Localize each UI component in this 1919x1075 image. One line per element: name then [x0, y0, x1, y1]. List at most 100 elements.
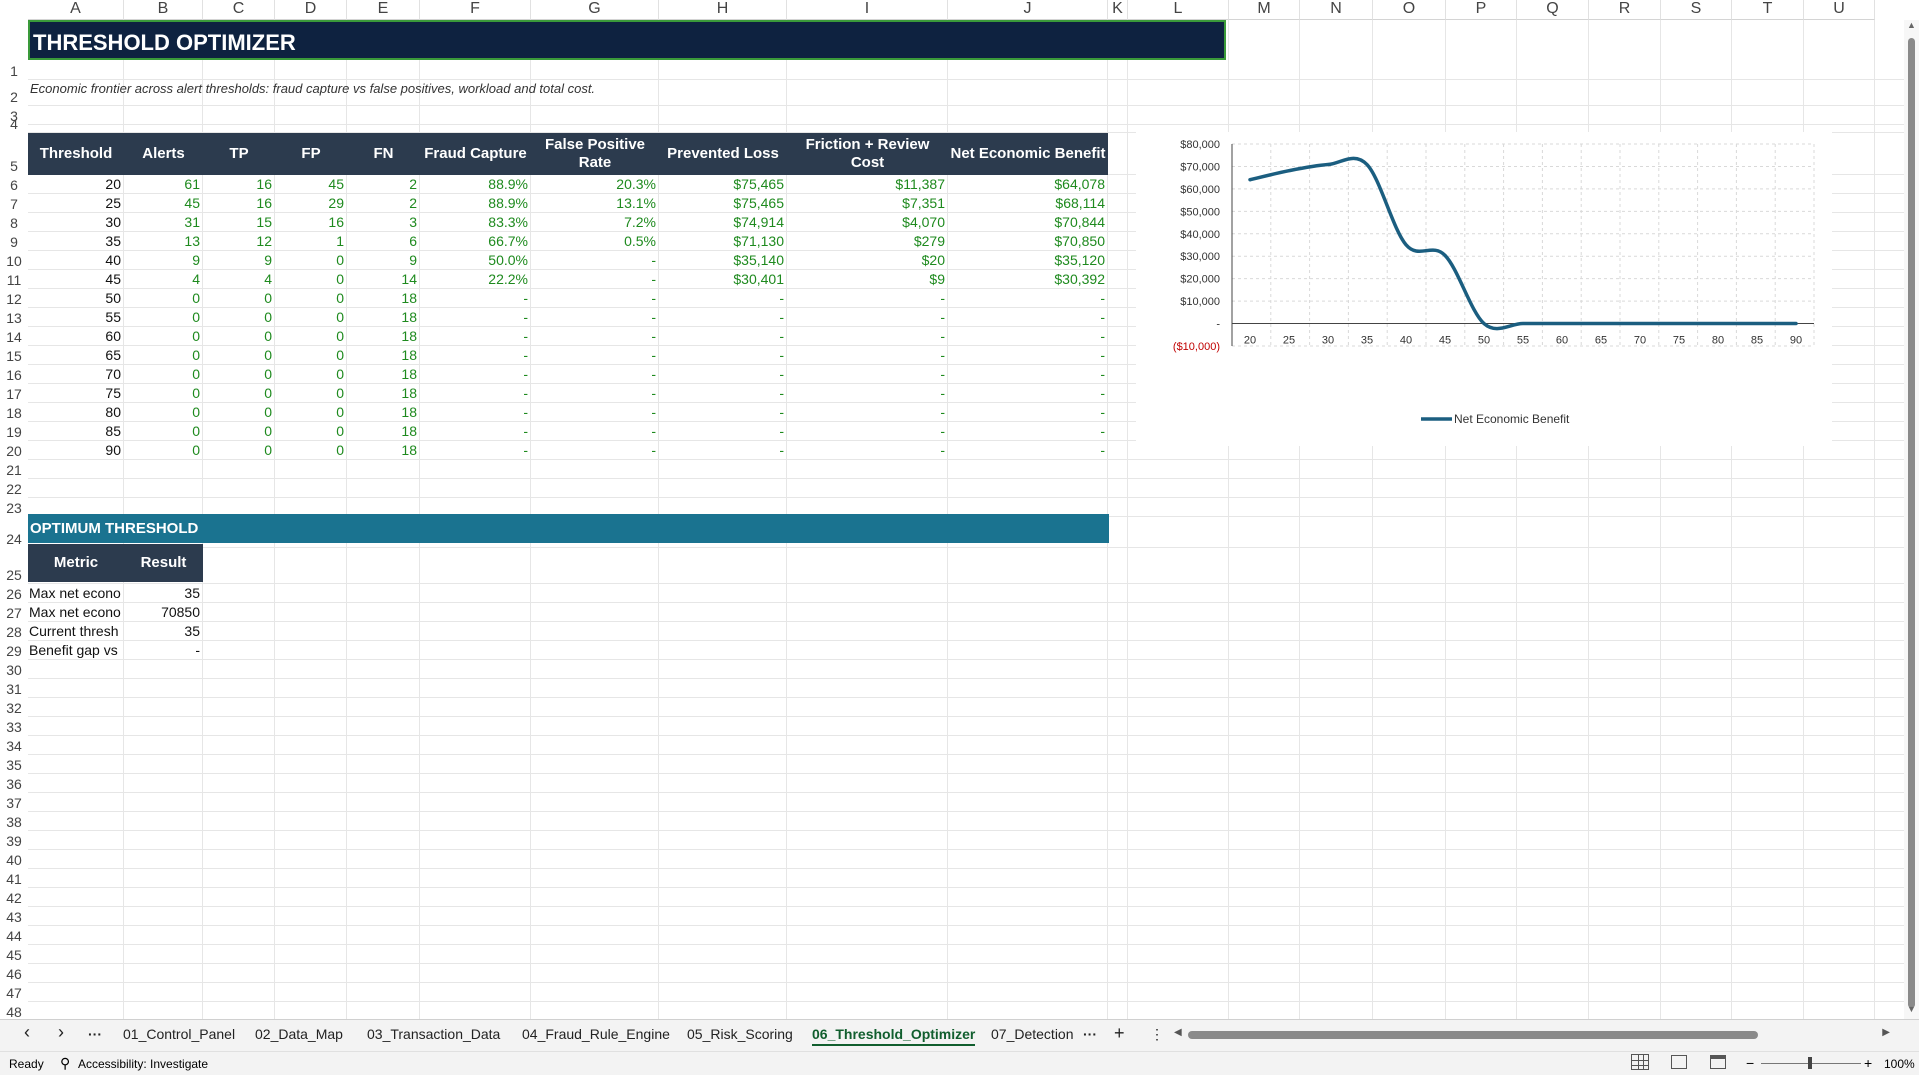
scroll-down-arrow[interactable]: ▼ — [1904, 1004, 1919, 1019]
more-sheets-button[interactable]: ··· — [88, 1026, 102, 1042]
table-cell[interactable]: 45 — [28, 270, 124, 289]
table-cell[interactable]: 29 — [275, 194, 347, 213]
table-cell[interactable]: 0 — [124, 308, 203, 327]
table-cell[interactable]: 0 — [275, 289, 347, 308]
table-cell[interactable]: 0 — [203, 384, 275, 403]
row-header-35[interactable]: 35 — [0, 755, 28, 774]
row-header-7[interactable]: 7 — [0, 194, 28, 213]
table-cell[interactable]: - — [948, 346, 1108, 365]
table-cell[interactable]: 0 — [275, 327, 347, 346]
net-benefit-chart[interactable]: $80,000 $70,000 $60,000 $50,000 $40,000 $30,0… — [1136, 132, 1832, 446]
table-cell[interactable]: 7.2% — [531, 213, 659, 232]
table-cell[interactable]: 25 — [28, 194, 124, 213]
row-header-10[interactable]: 10 — [0, 251, 28, 270]
column-header-t[interactable]: T — [1732, 0, 1804, 20]
column-header-d[interactable]: D — [275, 0, 347, 20]
table-cell[interactable]: - — [787, 289, 948, 308]
sheet-tab[interactable]: 02_Data_Map — [255, 1026, 343, 1042]
table-cell[interactable]: - — [420, 327, 531, 346]
table-cell[interactable]: $35,120 — [948, 251, 1108, 270]
row-header-46[interactable]: 46 — [0, 964, 28, 983]
table-cell[interactable]: 12 — [203, 232, 275, 251]
table-cell[interactable]: $75,465 — [659, 175, 787, 194]
table-cell[interactable]: - — [420, 365, 531, 384]
sheet-tab[interactable]: 05_Risk_Scoring — [687, 1026, 793, 1042]
row-header-21[interactable]: 21 — [0, 460, 28, 479]
row-header-38[interactable]: 38 — [0, 812, 28, 831]
table-cell[interactable]: - — [531, 346, 659, 365]
table-cell[interactable]: 0 — [203, 365, 275, 384]
table-cell[interactable]: 30 — [28, 213, 124, 232]
table-cell[interactable]: 15 — [203, 213, 275, 232]
table-cell[interactable]: 66.7% — [420, 232, 531, 251]
row-header-37[interactable]: 37 — [0, 793, 28, 812]
table-cell[interactable]: 0 — [203, 327, 275, 346]
row-header-45[interactable]: 45 — [0, 945, 28, 964]
column-header-b[interactable]: B — [124, 0, 203, 20]
table-cell[interactable]: 75 — [28, 384, 124, 403]
row-header-42[interactable]: 42 — [0, 888, 28, 907]
table-cell[interactable]: - — [948, 441, 1108, 460]
table-cell[interactable]: $75,465 — [659, 194, 787, 213]
horizontal-scroll-thumb[interactable] — [1188, 1031, 1758, 1039]
table-cell[interactable]: 18 — [347, 403, 420, 422]
table-header-cell[interactable]: TP — [203, 133, 275, 175]
row-header-12[interactable]: 12 — [0, 289, 28, 308]
row-header-40[interactable]: 40 — [0, 850, 28, 869]
table-cell[interactable]: 0 — [124, 441, 203, 460]
table-cell[interactable]: 0 — [275, 270, 347, 289]
row-header-39[interactable]: 39 — [0, 831, 28, 850]
column-header-h[interactable]: H — [659, 0, 787, 20]
column-header-n[interactable]: N — [1300, 0, 1373, 20]
table-cell[interactable]: 0 — [203, 403, 275, 422]
more-sheets-right-button[interactable]: ··· — [1083, 1026, 1097, 1042]
table-cell[interactable]: - — [531, 251, 659, 270]
scroll-up-arrow[interactable]: ▲ — [1904, 20, 1919, 35]
optimum-header-cell[interactable]: Result — [124, 544, 203, 582]
table-cell[interactable]: - — [659, 289, 787, 308]
table-cell[interactable]: 20 — [28, 175, 124, 194]
table-cell[interactable]: - — [659, 308, 787, 327]
table-cell[interactable]: 83.3% — [420, 213, 531, 232]
table-cell[interactable]: 88.9% — [420, 175, 531, 194]
table-header-cell[interactable]: Net Economic Benefit — [948, 133, 1108, 175]
table-cell[interactable]: - — [420, 308, 531, 327]
row-header-1[interactable]: 1 — [0, 20, 28, 80]
column-header-j[interactable]: J — [948, 0, 1108, 20]
horizontal-scrollbar[interactable]: ◀ ▶ — [1172, 1027, 1892, 1041]
table-cell[interactable]: - — [659, 403, 787, 422]
optimum-result-cell[interactable]: - — [124, 641, 203, 660]
table-cell[interactable]: - — [531, 365, 659, 384]
column-header-r[interactable]: R — [1589, 0, 1661, 20]
row-header-18[interactable]: 18 — [0, 403, 28, 422]
row-header-26[interactable]: 26 — [0, 584, 28, 603]
scroll-thumb[interactable] — [1908, 38, 1915, 1008]
table-cell[interactable]: - — [787, 403, 948, 422]
row-header-14[interactable]: 14 — [0, 327, 28, 346]
row-header-27[interactable]: 27 — [0, 603, 28, 622]
table-cell[interactable]: 22.2% — [420, 270, 531, 289]
table-cell[interactable]: 0 — [124, 346, 203, 365]
table-cell[interactable]: 2 — [347, 175, 420, 194]
table-cell[interactable]: $64,078 — [948, 175, 1108, 194]
table-cell[interactable]: - — [420, 422, 531, 441]
table-cell[interactable]: $70,850 — [948, 232, 1108, 251]
vertical-scrollbar[interactable]: ▲ ▼ — [1904, 20, 1919, 1019]
table-cell[interactable]: $74,914 — [659, 213, 787, 232]
optimum-result-cell[interactable]: 35 — [124, 622, 203, 641]
table-cell[interactable]: 20.3% — [531, 175, 659, 194]
optimum-result-cell[interactable]: 35 — [124, 584, 203, 603]
table-cell[interactable]: 50.0% — [420, 251, 531, 270]
table-cell[interactable]: - — [531, 422, 659, 441]
column-header-p[interactable]: P — [1446, 0, 1517, 20]
add-sheet-button[interactable]: + — [1114, 1023, 1125, 1044]
column-header-f[interactable]: F — [420, 0, 531, 20]
table-cell[interactable]: 0.5% — [531, 232, 659, 251]
optimum-metric-cell[interactable]: Max net econo — [28, 603, 124, 622]
table-cell[interactable]: 4 — [124, 270, 203, 289]
table-cell[interactable]: - — [420, 346, 531, 365]
row-header-23[interactable]: 23 — [0, 498, 28, 517]
table-cell[interactable]: - — [531, 384, 659, 403]
next-sheet-button[interactable]: › — [58, 1022, 64, 1043]
row-header-9[interactable]: 9 — [0, 232, 28, 251]
